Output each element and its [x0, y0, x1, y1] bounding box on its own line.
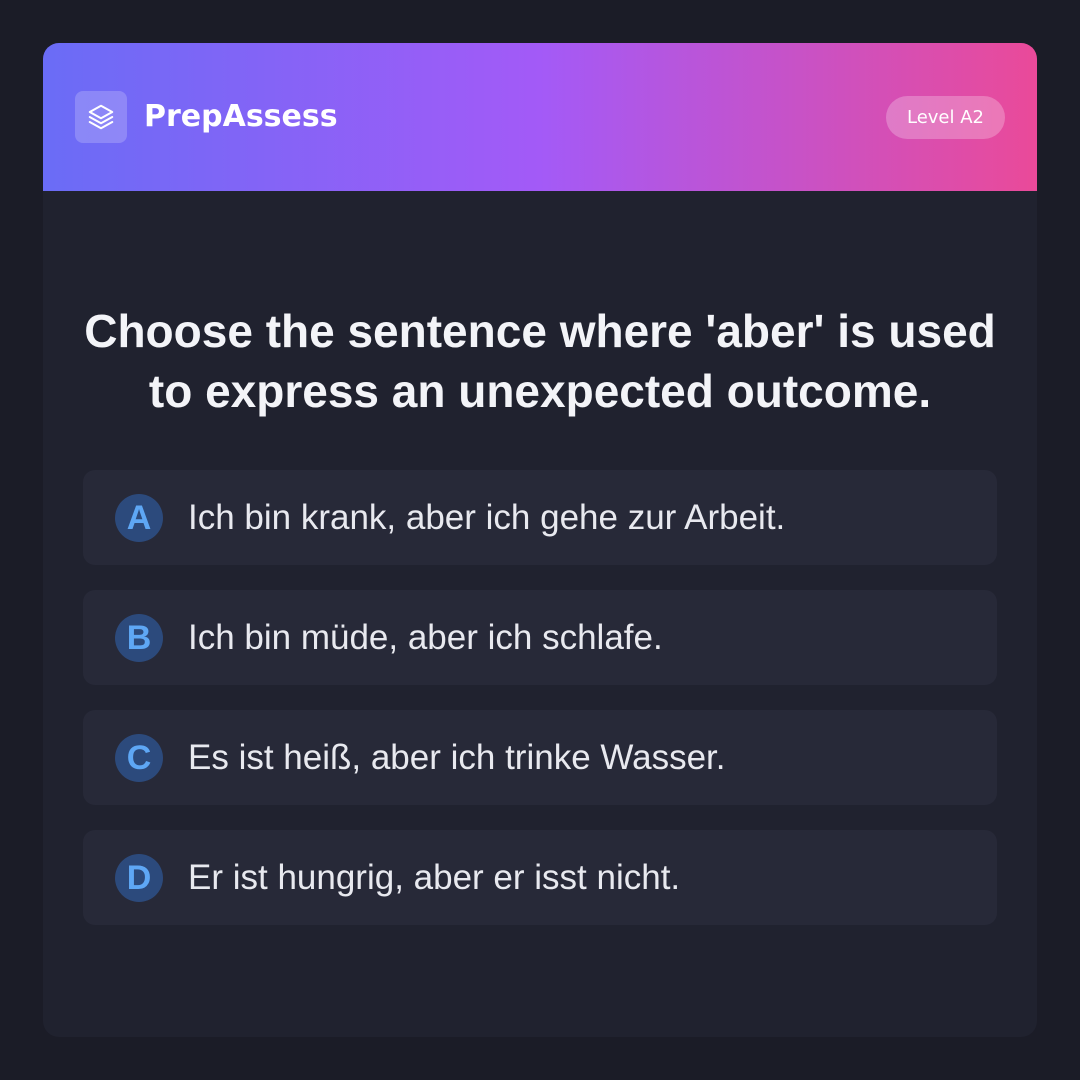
option-text: Ich bin müde, aber ich schlafe.: [188, 618, 663, 657]
answer-option-c[interactable]: C Es ist heiß, aber ich trinke Wasser.: [83, 710, 997, 805]
answer-option-a[interactable]: A Ich bin krank, aber ich gehe zur Arbei…: [83, 470, 997, 565]
header-bar: PrepAssess Level A2: [43, 43, 1037, 191]
answer-option-b[interactable]: B Ich bin müde, aber ich schlafe.: [83, 590, 997, 685]
option-letter-badge: A: [115, 494, 163, 542]
option-text: Er ist hungrig, aber er isst nicht.: [188, 858, 681, 897]
answer-option-d[interactable]: D Er ist hungrig, aber er isst nicht.: [83, 830, 997, 925]
option-letter-badge: D: [115, 854, 163, 902]
answer-options: A Ich bin krank, aber ich gehe zur Arbei…: [83, 470, 997, 950]
option-text: Ich bin krank, aber ich gehe zur Arbeit.: [188, 498, 786, 537]
option-letter-badge: B: [115, 614, 163, 662]
layers-icon: [88, 104, 114, 130]
option-text: Es ist heiß, aber ich trinke Wasser.: [188, 738, 726, 777]
brand-name: PrepAssess: [144, 99, 338, 134]
logo: [75, 91, 127, 143]
quiz-card: PrepAssess Level A2 Choose the sentence …: [43, 43, 1037, 1037]
question-text: Choose the sentence where 'aber' is used…: [84, 305, 996, 417]
option-letter-badge: C: [115, 734, 163, 782]
level-badge: Level A2: [885, 96, 1005, 139]
